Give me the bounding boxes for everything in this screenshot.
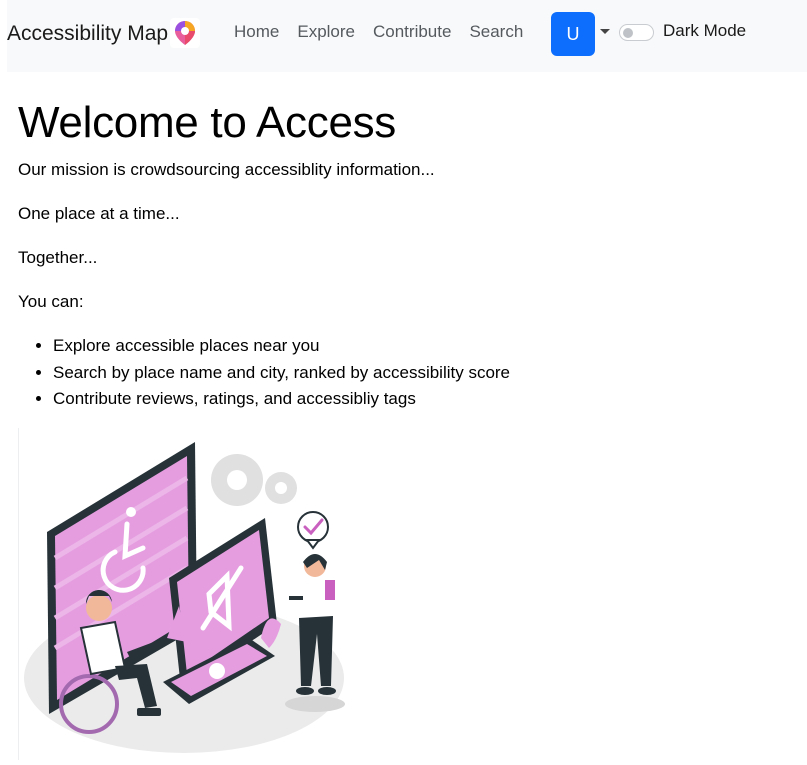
list-item: Search by place name and city, ranked by…	[53, 360, 510, 387]
user-menu-button[interactable]: U	[551, 12, 595, 56]
nav-explore[interactable]: Explore	[297, 22, 355, 42]
main-content: Welcome to Access Our mission is crowdso…	[18, 96, 798, 408]
you-can-text: You can:	[18, 292, 84, 311]
brand-link[interactable]: Accessibility Map	[7, 18, 201, 48]
nav-links: Home Explore Contribute Search	[234, 22, 541, 42]
brand-name: Accessibility Map	[7, 22, 169, 45]
dark-mode-toggle[interactable]	[619, 24, 654, 41]
tagline-two: Together...	[18, 248, 98, 267]
navbar: Accessibility Map Home Explore Contribut…	[7, 0, 807, 72]
dark-mode-label: Dark Mode	[663, 21, 747, 40]
nav-search[interactable]: Search	[469, 22, 523, 42]
list-item: Contribute reviews, ratings, and accessi…	[53, 386, 510, 413]
mission-text: Our mission is crowdsourcing accessiblit…	[18, 160, 435, 179]
page-title: Welcome to Access	[18, 98, 397, 147]
toggle-knob	[623, 28, 633, 38]
accessibility-illustration-image	[24, 442, 345, 753]
nav-home[interactable]: Home	[234, 22, 279, 42]
map-pin-logo-icon	[170, 18, 201, 48]
dropdown-caret-icon[interactable]	[600, 29, 610, 34]
list-item: Explore accessible places near you	[53, 333, 510, 360]
tagline-one: One place at a time...	[18, 204, 180, 223]
nav-contribute[interactable]: Contribute	[373, 22, 451, 42]
accessibility-illustration	[18, 428, 378, 760]
feature-list: Explore accessible places near you Searc…	[18, 333, 510, 413]
